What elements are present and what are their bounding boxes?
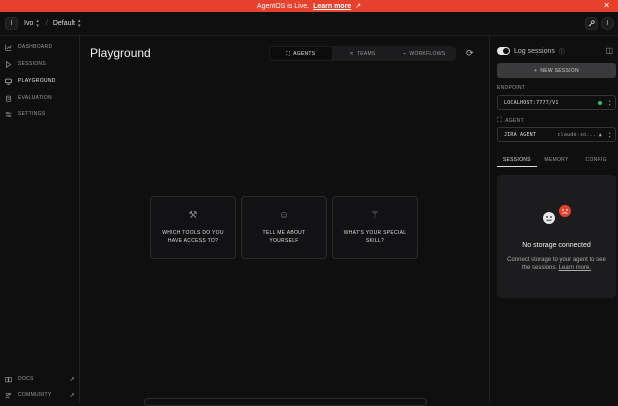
project-selector[interactable]: Default ▴ ▾ [52,17,81,29]
tab-workflows[interactable]: ⌁ WORKFLOWS [393,47,455,60]
suggestion-card-about[interactable]: ☺ TELL ME ABOUT YOURSELF [241,196,327,259]
suggestion-card-skill[interactable]: ⚚ WHAT'S YOUR SPECIAL SKILL? [332,196,418,259]
sidebar-item-label: EVALUATION [18,95,52,101]
new-session-label: NEW SESSION [540,67,579,74]
suggestion-text: TELL ME ABOUT [262,229,306,236]
book-icon [5,376,12,382]
suggestion-text: SKILL? [365,237,385,244]
agent-name: JIRA AGENT [504,131,537,138]
sidebar-item-label: PLAYGROUND [18,78,56,84]
external-arrow-icon: ↗ [69,392,75,399]
sidebar-footer-community[interactable]: COMMUNITY ↗ [5,390,75,400]
hammer-icon: ⚒ [188,209,198,221]
new-session-button[interactable]: + NEW SESSION [497,63,616,78]
sliders-icon [5,111,12,117]
suggestion-text: WHICH TOOLS DO YOU [162,229,224,236]
external-link-icon: ↗ [355,3,362,10]
announcement-banner: AgentOS is Live. Learn more ↗ ✕ [0,0,618,12]
sidebar-toggle-icon: ◫ [605,46,613,55]
sidebar-item-label: SETTINGS [18,111,46,117]
tab-teams[interactable]: ✕ TEAMS [332,47,394,60]
sidebar-item-label: DASHBOARD [18,44,53,50]
collapse-panel-button[interactable]: ◫ [605,46,613,55]
play-icon [6,60,12,68]
sidebar-item-playground[interactable]: PLAYGROUND [5,76,56,86]
user-avatar[interactable]: I [601,17,614,30]
sidebar-item-label: SESSIONS [18,61,46,67]
teams-icon: ✕ [349,50,354,57]
external-arrow-icon: ↗ [69,376,75,383]
page-title: Playground [90,46,151,60]
sidebar-item-dashboard[interactable]: DASHBOARD [5,42,52,52]
log-sessions-row: Log sessions ⓘ [514,47,565,56]
monitor-icon [5,78,12,85]
agent-icon: ⛶ [497,117,503,124]
magic-wand-icon: ⚚ [370,209,380,221]
agent-selector[interactable]: JIRA AGENT claude-so... ▲ ▴ ▾ [497,127,616,142]
panel-tabs: SESSIONS MEMORY CONFIG [497,155,616,167]
learn-more-link[interactable]: Learn more. [559,265,591,271]
breadcrumb-separator: / [45,20,48,27]
sidebar-footer-label: COMMUNITY [18,392,52,398]
sidebar-footer-label: DOCS [18,376,34,382]
agent-label: ⛶ AGENT [497,117,524,124]
org-name: Ivo [24,20,34,27]
chat-input[interactable] [144,398,427,406]
tab-config[interactable]: CONFIG [576,155,616,167]
clipboard-icon [6,95,11,102]
workflow-icon: ⌁ [403,50,407,57]
suggestion-text: WHAT'S YOUR SPECIAL [343,229,407,236]
sidebar-item-settings[interactable]: SETTINGS [5,109,45,119]
sidebar-footer-docs[interactable]: DOCS ↗ [5,374,75,384]
sidebar-item-sessions[interactable]: SESSIONS [5,59,46,69]
log-sessions-label: Log sessions [514,47,555,55]
log-sessions-toggle[interactable] [497,47,510,55]
suggestion-text: HAVE ACCESS TO? [167,237,219,244]
main-area: Playground ⛶ AGENTS ✕ TEAMS ⌁ WORKFLOWS … [80,36,489,406]
chevron-updown-icon: ▴ ▾ [78,17,81,29]
empty-state: No storage connected Connect storage to … [497,175,616,298]
refresh-button[interactable]: ⟳ [466,48,474,59]
empty-state-title: No storage connected [522,242,591,249]
status-dot [598,101,602,105]
top-bar: I Ivo ▴ ▾ / Default ▴ ▾ I [0,12,618,36]
tab-label: TEAMS [356,50,376,57]
session-panel: Log sessions ⓘ ◫ + NEW SESSION ENDPOINT … [489,36,618,402]
agent-icon: ⛶ [286,50,291,57]
tab-memory[interactable]: MEMORY [537,155,577,167]
org-selector[interactable]: Ivo ▴ ▾ [24,17,39,29]
project-name: Default [52,20,75,27]
smile-icon: ☺ [278,209,290,221]
sidebar-item-evaluation[interactable]: EVALUATION [5,93,52,103]
tab-label: AGENTS [293,50,316,57]
chevron-updown-icon: ▴ ▾ [36,17,39,29]
tab-agents[interactable]: ⛶ AGENTS [270,47,332,60]
key-button[interactable] [585,17,598,30]
key-icon [588,20,595,27]
suggestion-text: YOURSELF [269,237,299,244]
entity-tabs: ⛶ AGENTS ✕ TEAMS ⌁ WORKFLOWS [269,46,456,61]
endpoint-value: LOCALHOST:7777/V1 [504,99,559,106]
banner-text: AgentOS is Live. [256,2,310,10]
agent-model: claude-so... [557,131,596,138]
empty-state-description: Connect storage to your agent to see the… [507,257,606,271]
sidebar: DASHBOARD SESSIONS PLAYGROUND EVALUATION… [0,36,80,402]
close-banner-button[interactable]: ✕ [603,1,610,10]
chart-icon [5,44,12,51]
users-icon [5,392,12,398]
org-avatar[interactable]: I [5,17,18,30]
model-icon: ▲ [598,131,602,138]
plus-icon: + [534,67,538,74]
endpoint-selector[interactable]: LOCALHOST:7777/V1 ▴ ▾ [497,95,616,110]
info-icon[interactable]: ⓘ [559,47,565,56]
suggestion-card-tools[interactable]: ⚒ WHICH TOOLS DO YOU HAVE ACCESS TO? [150,196,236,259]
chevron-updown-icon: ▴ ▾ [608,130,611,139]
tab-label: WORKFLOWS [409,50,446,57]
banner-learn-more-link[interactable]: Learn more [313,3,351,10]
endpoint-label: ENDPOINT [497,85,526,91]
refresh-icon: ⟳ [466,48,474,58]
tab-sessions[interactable]: SESSIONS [497,155,537,167]
storage-emoji-icon [543,205,571,224]
chevron-updown-icon: ▴ ▾ [608,98,611,107]
